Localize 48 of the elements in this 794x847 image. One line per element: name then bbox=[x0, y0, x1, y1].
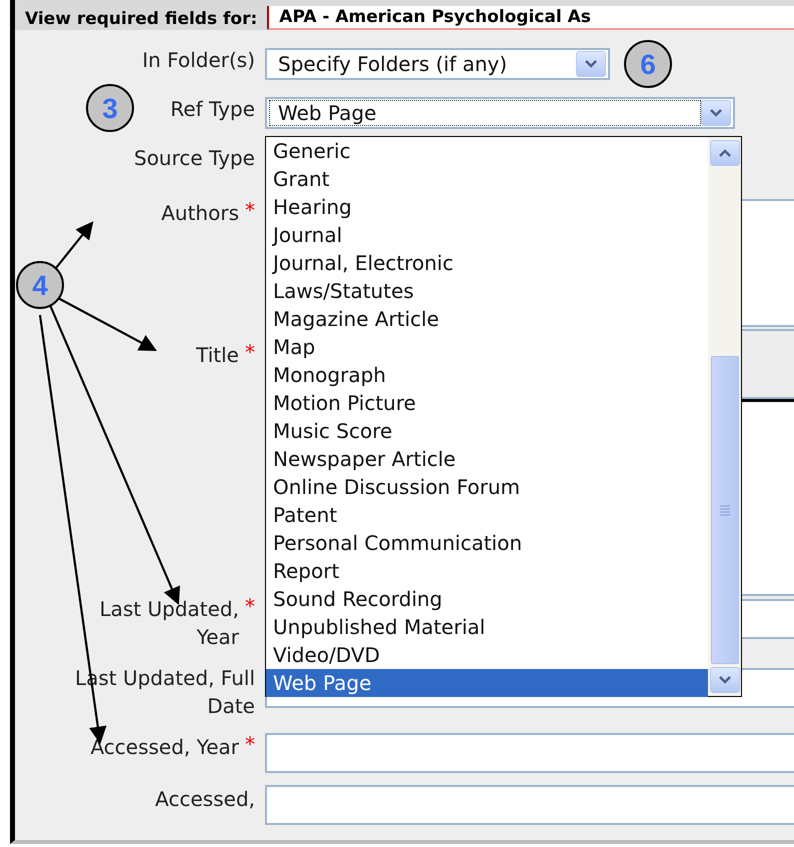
annotation-arrow bbox=[55, 221, 94, 269]
list-option[interactable]: Unpublished Material bbox=[266, 613, 708, 641]
list-option[interactable]: Music Score bbox=[266, 417, 708, 445]
required-mark: * bbox=[245, 594, 255, 617]
scrollbar[interactable] bbox=[708, 137, 741, 696]
list-option[interactable]: Patent bbox=[266, 501, 708, 529]
list-option[interactable]: Online Discussion Forum bbox=[266, 473, 708, 501]
list-option[interactable]: Journal bbox=[266, 221, 708, 249]
list-option[interactable]: Web Page bbox=[266, 669, 708, 697]
grip-icon bbox=[718, 504, 730, 516]
list-option[interactable]: Monograph bbox=[266, 361, 708, 389]
list-option[interactable]: Generic bbox=[266, 137, 708, 165]
list-option[interactable]: Magazine Article bbox=[266, 305, 708, 333]
list-option[interactable]: Laws/Statutes bbox=[266, 277, 708, 305]
field-label: Authors bbox=[161, 200, 239, 227]
list-option[interactable]: Newspaper Article bbox=[266, 445, 708, 473]
field-label: Ref Type bbox=[170, 96, 255, 123]
list-option[interactable]: Report bbox=[266, 557, 708, 585]
field-label: Accessed, bbox=[155, 786, 255, 813]
field-label: Accessed, Year bbox=[90, 734, 239, 762]
list-option[interactable]: Map bbox=[266, 333, 708, 361]
chevron-up-icon bbox=[718, 148, 732, 158]
list-option[interactable]: Personal Communication bbox=[266, 529, 708, 557]
list-option[interactable]: Hearing bbox=[266, 193, 708, 221]
step-badge: 4 bbox=[16, 261, 64, 309]
chevron-down-icon bbox=[584, 58, 598, 69]
select-field[interactable]: Specify Folders (if any) bbox=[265, 48, 610, 80]
field-label: In Folder(s) bbox=[142, 46, 255, 74]
chevron-down-icon bbox=[718, 675, 732, 685]
list-option[interactable]: Journal, Electronic bbox=[266, 249, 708, 277]
list-option[interactable]: Grant bbox=[266, 165, 708, 193]
list-option[interactable]: Motion Picture bbox=[266, 389, 708, 417]
list-option[interactable]: Sound Recording bbox=[266, 585, 708, 613]
required-mark: * bbox=[245, 198, 255, 221]
field-label: Last Updated, Year bbox=[98, 596, 239, 651]
field-label: Title bbox=[196, 342, 239, 369]
chevron-down-icon bbox=[709, 108, 723, 118]
required-mark: * bbox=[245, 733, 255, 756]
style-name: APA - American Psychological As bbox=[267, 6, 794, 30]
select-field[interactable]: Web Page bbox=[265, 96, 735, 129]
list-option[interactable]: Video/DVD bbox=[266, 641, 708, 669]
input-field[interactable] bbox=[265, 784, 794, 825]
step-badge: 3 bbox=[86, 84, 134, 132]
header-label: View required fields for: bbox=[24, 8, 258, 30]
field-label: Source Type bbox=[134, 145, 255, 172]
input-field[interactable] bbox=[265, 733, 794, 774]
required-mark: * bbox=[245, 340, 255, 363]
step-badge: 6 bbox=[624, 40, 672, 88]
